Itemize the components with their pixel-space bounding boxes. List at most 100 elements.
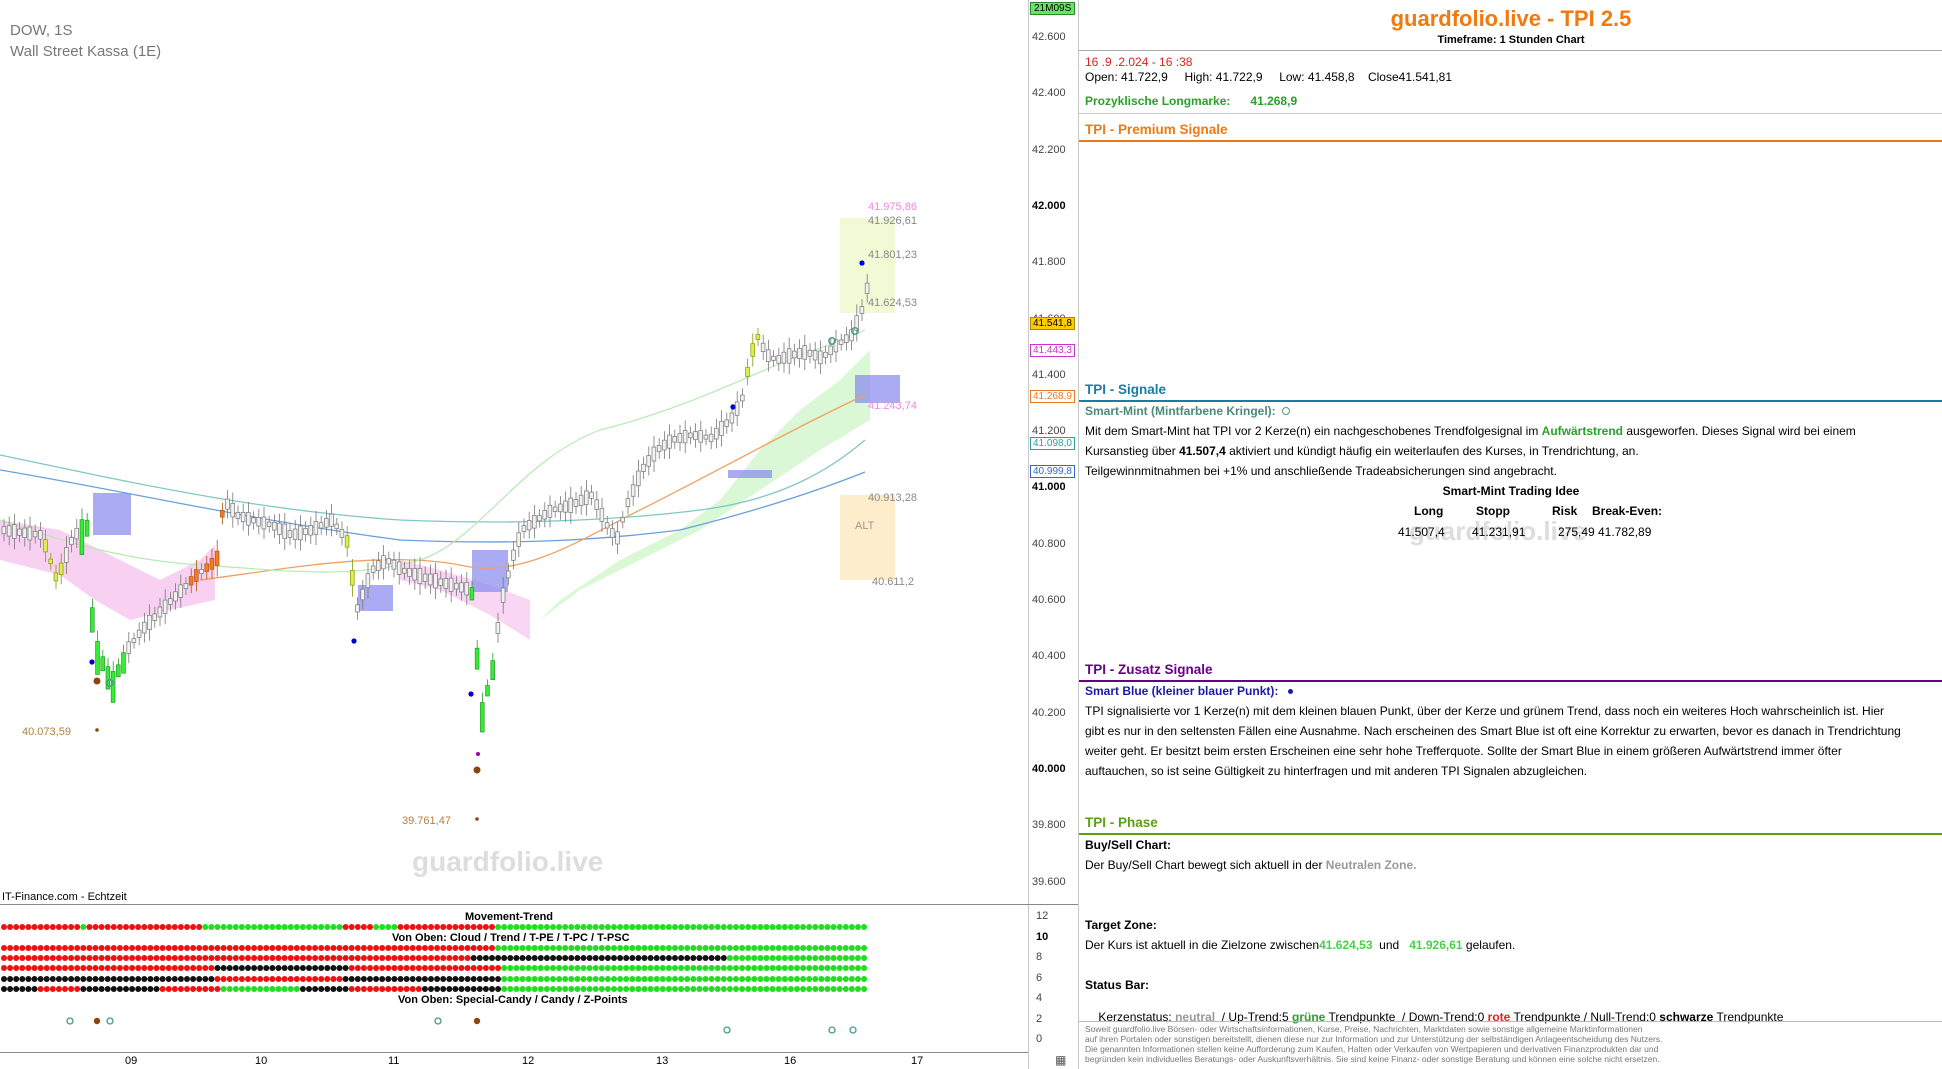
candle-body <box>360 588 365 601</box>
cloud-green <box>540 350 870 620</box>
date-tick-label: 10 <box>255 1055 268 1067</box>
candle-body <box>266 521 272 527</box>
header-rule <box>1079 50 1942 51</box>
candle-body <box>298 525 303 541</box>
target-title: Target Zone: <box>1085 918 1157 932</box>
candle-body <box>625 498 631 508</box>
candle-body <box>781 351 787 364</box>
candle-body <box>84 519 90 537</box>
candle-body <box>610 528 615 538</box>
tpi-info-panel: guardfolio.live - TPI 2.5 Timeframe: 1 S… <box>1078 0 1942 1069</box>
candle-body <box>740 394 745 402</box>
candle-body <box>448 577 454 592</box>
smart-blue-dot <box>730 404 736 410</box>
candle-body <box>64 547 69 563</box>
candle-body <box>568 497 573 513</box>
candle-body <box>396 561 402 575</box>
settings-icon[interactable]: ▦ <box>1055 1053 1066 1067</box>
candle-body <box>48 558 53 565</box>
neutral-zone: Neutralen Zone. <box>1325 858 1417 872</box>
candle-body <box>641 463 646 472</box>
candle-body <box>95 641 100 675</box>
mint-ring-icon <box>1282 407 1291 415</box>
candle-body <box>22 527 27 538</box>
sub-tick-label: 8 <box>1036 951 1043 963</box>
smart-blue-dot <box>468 691 474 697</box>
price-tick-label: 41.000 <box>1032 481 1066 494</box>
buysell-text-a: Der Buy/Sell Chart bewegt sich aktuell i… <box>1085 858 1326 872</box>
idea-header: Stopp <box>1476 504 1510 518</box>
candle-body <box>27 526 33 541</box>
candle-body <box>792 350 797 359</box>
alt-label: ALT <box>855 520 875 532</box>
candle-body <box>334 523 339 530</box>
candle-body <box>760 342 766 352</box>
signal-box <box>472 550 508 592</box>
level-label: 41.243,74 <box>868 400 917 412</box>
close-value: 41.541,81 <box>1398 70 1453 84</box>
disclaimer-line: begründen kein individuelles Beratungs- … <box>1085 1054 1660 1064</box>
target-text-c: und <box>1372 938 1410 952</box>
idea-value: 41.782,89 <box>1598 525 1652 539</box>
candle-body <box>521 525 527 533</box>
candle-body <box>724 419 729 427</box>
sub-tick-label: 0 <box>1036 1033 1043 1045</box>
datetime: 16 .9 .2.024 - 16 :38 <box>1085 55 1193 69</box>
candle-body <box>563 500 568 513</box>
zusatz-text-line: weiter geht. Er besitzt beim ersten Ersc… <box>1085 744 1842 758</box>
candle-body <box>828 345 833 356</box>
candle-body <box>734 401 740 416</box>
signal-box <box>855 375 900 403</box>
price-tick-label: 42.000 <box>1032 199 1066 212</box>
candle-body <box>168 598 173 605</box>
level-label: 40.611,2 <box>872 576 914 588</box>
level-label: 41.975,86 <box>868 201 917 213</box>
candle-body <box>454 582 459 590</box>
candle-body <box>755 334 761 340</box>
alt-zone-box <box>840 495 895 580</box>
candle-body <box>412 568 417 581</box>
candle-body <box>12 524 17 539</box>
candle-body <box>386 558 391 565</box>
candle-body <box>287 530 293 538</box>
candle-body <box>672 436 677 443</box>
candle-body <box>90 607 95 633</box>
candle-body <box>209 557 215 570</box>
premium-rule <box>1079 140 1942 142</box>
candle-body <box>667 434 672 449</box>
price-tick-label: 40.600 <box>1032 594 1066 606</box>
ohlc-line: Open: 41.722,9 High: 41.722,9 Low: 41.45… <box>1085 70 1939 84</box>
buysell-text: Der Buy/Sell Chart bewegt sich aktuell i… <box>1085 858 1939 872</box>
candle-body <box>381 555 386 570</box>
candle-body <box>552 506 558 512</box>
price-chart[interactable]: DOW, 1S Wall Street Kassa (1E) ALT 41.97… <box>0 0 1029 1069</box>
candle-body <box>6 525 12 537</box>
level-label: 41.926,61 <box>868 215 917 227</box>
price-tick-label: 39.800 <box>1032 819 1066 832</box>
idea-value: 275,49 <box>1558 525 1595 539</box>
candle-body <box>485 685 490 697</box>
candle-body <box>594 499 599 510</box>
candle-body <box>344 535 350 548</box>
candle-body <box>240 512 246 523</box>
candle-body <box>578 494 584 506</box>
cloud-trend-title: Von Oben: Cloud / Trend / T-PE / T-PC / … <box>392 932 630 944</box>
z-point <box>473 766 481 774</box>
z-point <box>93 677 101 685</box>
candlestick-plot[interactable]: ALT 41.975,86 41.926,61 41.801,23 41.624… <box>0 0 1028 1069</box>
sub-tick-label: 6 <box>1036 971 1043 984</box>
candle-body <box>438 578 443 586</box>
candle-body <box>469 587 475 601</box>
disclaimer: Soweit guardfolio.live Börsen- oder Wirt… <box>1085 1024 1939 1064</box>
date-tick-label: 09 <box>125 1055 138 1067</box>
signals-p1-tail: ausgeworfen. Dieses Signal wird bei eine… <box>1623 424 1856 438</box>
price-tick-label: 42.600 <box>1032 31 1066 43</box>
candle-body <box>121 652 126 674</box>
signals-p1: Mit dem Smart-Mint hat TPI vor 2 Kerze(n… <box>1085 424 1939 438</box>
candle-body <box>630 484 636 497</box>
candle-body <box>714 427 719 440</box>
candle-body <box>511 549 516 561</box>
candle-body <box>152 613 157 621</box>
candle-body <box>79 519 85 556</box>
longmarke-tag: 41.268,9 <box>1030 390 1075 403</box>
